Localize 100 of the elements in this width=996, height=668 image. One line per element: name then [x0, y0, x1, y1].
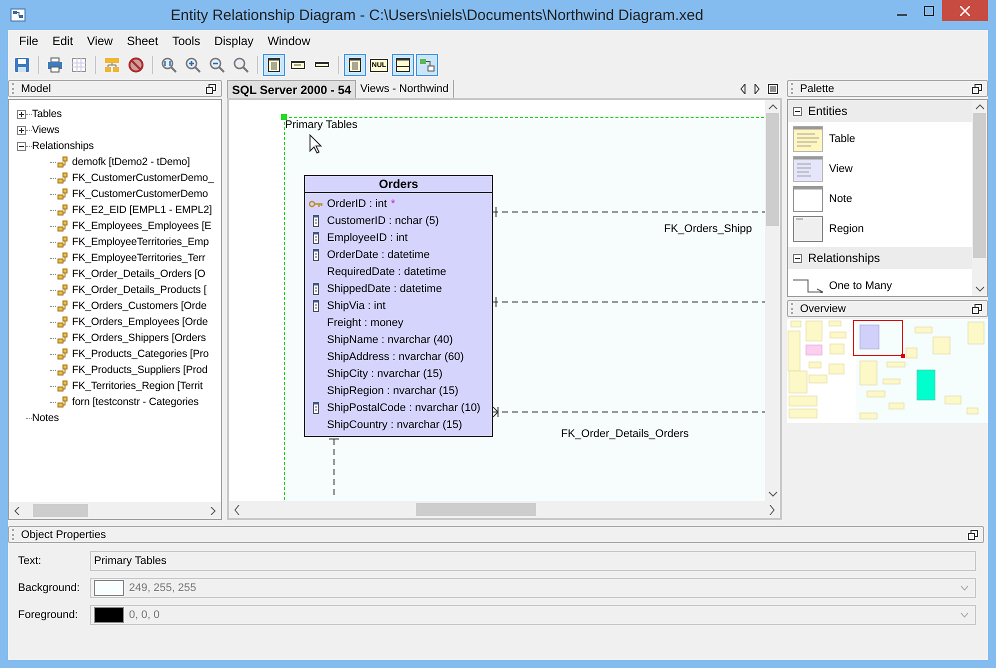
restore-icon[interactable]: [968, 530, 978, 540]
table-icon: [266, 57, 282, 73]
expander-icon[interactable]: [17, 142, 26, 150]
restore-icon[interactable]: [206, 84, 216, 94]
close-button[interactable]: [942, 0, 988, 21]
text-field[interactable]: Primary Tables: [90, 551, 976, 571]
scroll-up-icon[interactable]: [768, 104, 778, 110]
palette-group-header[interactable]: Entities: [788, 100, 972, 122]
tree-item[interactable]: FK_Orders_Employees [Orde: [72, 316, 208, 328]
column-text: Freight : money: [327, 316, 404, 328]
menu-item[interactable]: Sheet: [120, 34, 166, 48]
panel-title: Model: [21, 82, 52, 94]
tree-item[interactable]: FK_EmployeeTerritories_Terr: [72, 252, 206, 264]
panel-title: Overview: [800, 302, 847, 314]
toolbar-table-list-button[interactable]: [344, 54, 366, 76]
app-icon: [10, 7, 26, 23]
relationship-icon: [57, 268, 69, 280]
relationship-icon: [57, 156, 69, 168]
tree-item[interactable]: FK_CustomerCustomerDemo: [72, 188, 208, 200]
restore-icon[interactable]: [972, 84, 982, 94]
key-icon: [309, 200, 323, 208]
tree-item[interactable]: FK_Employees_Employees [E: [72, 220, 212, 232]
tree-item[interactable]: FK_CustomerCustomerDemo_: [72, 172, 214, 184]
toolbar-table-full-button[interactable]: [263, 54, 285, 76]
scroll-right-icon[interactable]: [769, 504, 775, 514]
caret-icon: [960, 585, 969, 591]
palette-item[interactable]: Note: [829, 193, 852, 205]
tree-item[interactable]: FK_Territories_Region [Territ: [72, 380, 203, 392]
tree-item[interactable]: FK_Products_Suppliers [Prod: [72, 364, 208, 376]
palette-item[interactable]: One to Many: [829, 280, 892, 292]
relationship-icon: [57, 316, 69, 328]
scroll-down-icon[interactable]: [768, 491, 778, 497]
toolbar-table-split-button[interactable]: [392, 54, 414, 76]
tree-item[interactable]: Notes: [32, 412, 59, 424]
tree-item[interactable]: FK_EmployeeTerritories_Emp: [72, 236, 209, 248]
relationship-icon: [57, 204, 69, 216]
menu-item[interactable]: View: [80, 34, 120, 48]
restore-icon[interactable]: [972, 304, 982, 314]
palette-group-header[interactable]: Relationships: [788, 247, 972, 269]
tree-item[interactable]: FK_Orders_Shippers [Orders: [72, 332, 206, 344]
collapse-icon[interactable]: [793, 106, 802, 116]
menu-item[interactable]: Window: [260, 34, 318, 48]
palette-item[interactable]: View: [829, 163, 853, 175]
expander-icon[interactable]: [17, 126, 26, 134]
column-text: ShipPostalCode : nvarchar (10): [327, 402, 480, 414]
maximize-icon: [924, 6, 934, 16]
scroll-down-icon[interactable]: [974, 286, 984, 292]
relationship-icon: [57, 188, 69, 200]
color-dropdown[interactable]: 249, 255, 255: [90, 578, 976, 598]
next-tab-icon[interactable]: [754, 84, 760, 94]
menu-item[interactable]: File: [12, 34, 46, 48]
relationship-icon: [57, 220, 69, 232]
tab-list-icon[interactable]: [768, 84, 778, 94]
region-preview-icon: [793, 216, 823, 242]
scroll-thumb[interactable]: [33, 504, 88, 517]
tree-item[interactable]: FK_Products_Categories [Pro: [72, 348, 209, 360]
tree-item[interactable]: FK_Order_Details_Orders [O: [72, 268, 206, 280]
entity-table[interactable]: [304, 175, 493, 437]
tree-item[interactable]: demofk [tDemo2 - tDemo]: [72, 156, 190, 168]
scroll-thumb[interactable]: [766, 113, 779, 226]
column-text: ShipRegion : nvarchar (15): [327, 384, 458, 396]
vertical-scrollbar[interactable]: [972, 100, 987, 296]
relationship-line: [328, 438, 340, 498]
tree-item[interactable]: FK_E2_EID [EMPL1 - EMPL2]: [72, 204, 212, 216]
column-text: ShippedDate : datetime: [327, 282, 442, 294]
selection-handle[interactable]: [281, 114, 287, 120]
relationship-icon: [57, 284, 69, 296]
tree-item[interactable]: FK_Orders_Customers [Orde: [72, 300, 207, 312]
tree-item[interactable]: Relationships: [32, 140, 94, 152]
scroll-thumb[interactable]: [416, 503, 536, 516]
previous-tab-icon[interactable]: [740, 84, 746, 94]
scroll-right-icon[interactable]: [210, 506, 216, 514]
scroll-up-icon[interactable]: [974, 104, 984, 110]
tree-item[interactable]: forn [testconstr - Categories: [72, 396, 199, 408]
editor-tab[interactable]: Views - Northwind: [356, 80, 454, 98]
tree-item[interactable]: Views: [32, 124, 60, 136]
column-text: ShipVia : int: [327, 300, 386, 312]
palette-item[interactable]: Table: [829, 133, 856, 145]
panel-title: Object Properties: [21, 528, 107, 540]
expander-icon[interactable]: [17, 110, 26, 118]
field-label: Foreground:: [18, 609, 79, 621]
scroll-left-icon[interactable]: [234, 504, 240, 514]
menu-item[interactable]: Tools: [165, 34, 208, 48]
panel-title: Palette: [800, 82, 836, 94]
editor-tab[interactable]: SQL Server 2000 - 54: [227, 80, 356, 98]
scroll-thumb[interactable]: [973, 113, 986, 258]
scroll-left-icon[interactable]: [14, 506, 20, 514]
tree-item[interactable]: FK_Order_Details_Products [: [72, 284, 206, 296]
toolbar-diagram-button[interactable]: [416, 54, 438, 76]
menu-item[interactable]: Edit: [45, 34, 80, 48]
color-dropdown[interactable]: 0, 0, 0: [90, 605, 976, 625]
caret-icon: [960, 612, 969, 618]
tree-item[interactable]: Tables: [32, 108, 62, 120]
palette-item[interactable]: Region: [829, 223, 864, 235]
collapse-icon[interactable]: [793, 254, 802, 262]
menu-item[interactable]: Display: [207, 34, 261, 48]
column-text: ShipCountry : nvarchar (15): [327, 418, 462, 430]
relationship-icon: [57, 332, 69, 344]
horizontal-scrollbar[interactable]: [9, 502, 221, 519]
relationship-icon: [57, 236, 69, 248]
